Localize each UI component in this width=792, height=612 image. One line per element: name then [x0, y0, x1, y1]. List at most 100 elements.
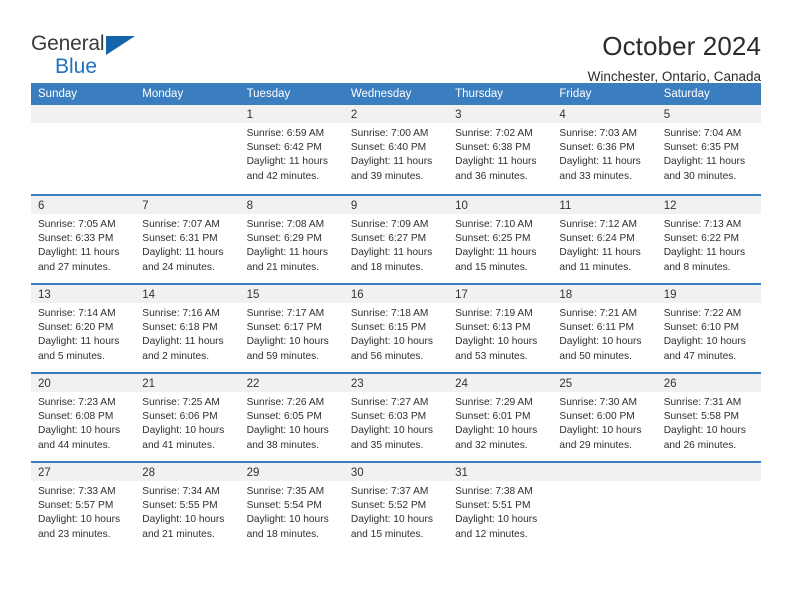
day-number: 24 [455, 378, 468, 390]
day-number: 29 [246, 467, 260, 479]
day-detail-line: and 36 minutes. [455, 170, 528, 182]
day-detail-line: Sunrise: 7:14 AM [38, 308, 116, 319]
day-detail-line: Sunset: 6:18 PM [142, 322, 218, 334]
day-cell-6[interactable]: 6 Sunrise: 7:05 AM Sunset: 6:33 PM Daylight… [31, 196, 136, 283]
day-detail-line: Sunrise: 7:31 AM [663, 397, 742, 408]
day-number-band: 2 [343, 105, 449, 123]
day-detail-line: and 42 minutes. [246, 170, 320, 182]
day-cell-24[interactable]: 24 Sunrise: 7:29 AM Sunset: 6:01 PM Dayligh… [448, 374, 553, 461]
day-detail-line: Sunset: 5:58 PM [663, 411, 740, 423]
week-row: 1 Sunrise: 6:59 AM Sunset: 6:42 PM Daylight… [31, 105, 761, 194]
day-cell-20[interactable]: 20 Sunrise: 7:23 AM Sunset: 6:08 PM Dayligh… [31, 374, 136, 461]
weekday-header-row: Sunday Monday Tuesday Wednesday Thursday Frid… [31, 83, 761, 105]
day-detail-line: Sunset: 6:22 PM [663, 233, 740, 245]
day-cell-18[interactable]: 18 Sunrise: 7:21 AM Sunset: 6:11 PM Dayligh… [552, 285, 657, 372]
day-details: Sunrise: 7:27 AM Sunset: 6:03 PM Daylight:… [344, 392, 448, 453]
day-cell-31[interactable]: 31 Sunrise: 7:38 AM Sunset: 5:51 PM Dayligh… [448, 463, 553, 550]
day-detail-line: Sunrise: 6:59 AM [246, 128, 325, 139]
day-detail-line: Sunset: 5:57 PM [38, 500, 114, 512]
day-detail-line: and 18 minutes. [246, 528, 320, 540]
day-cell-26[interactable]: 26 Sunrise: 7:31 AM Sunset: 5:58 PM Dayligh… [656, 374, 761, 461]
day-detail-line: Daylight: 10 hours [559, 425, 642, 437]
day-number: 12 [663, 200, 677, 212]
day-detail-line: Daylight: 11 hours [38, 336, 120, 348]
general-blue-logo[interactable]: General Blue [31, 30, 146, 78]
day-detail-line: Daylight: 11 hours [455, 156, 537, 168]
day-cell-15[interactable]: 15 Sunrise: 7:17 AM Sunset: 6:17 PM Dayligh… [239, 285, 344, 372]
day-detail-line: and 8 minutes. [663, 261, 731, 273]
day-cell-2[interactable]: 2 Sunrise: 7:00 AM Sunset: 6:40 PM Daylight… [343, 105, 449, 194]
day-cell-7[interactable]: 7 Sunrise: 7:07 AM Sunset: 6:31 PM Daylight… [135, 196, 240, 283]
day-cell-empty [656, 463, 761, 550]
day-number: 14 [142, 289, 156, 301]
day-cell-1[interactable]: 1 Sunrise: 6:59 AM Sunset: 6:42 PM Daylight… [239, 105, 344, 194]
day-details: Sunrise: 7:02 AM Sunset: 6:38 PM Daylight:… [448, 123, 552, 184]
day-cell-5[interactable]: 5 Sunrise: 7:04 AM Sunset: 6:35 PM Daylight… [656, 105, 761, 194]
day-cell-28[interactable]: 28 Sunrise: 7:34 AM Sunset: 5:55 PM Dayligh… [135, 463, 240, 550]
day-details: Sunrise: 7:16 AM Sunset: 6:18 PM Daylight:… [135, 303, 239, 364]
day-cell-10[interactable]: 10 Sunrise: 7:10 AM Sunset: 6:25 PM Dayligh… [448, 196, 553, 283]
day-detail-line: Sunset: 6:17 PM [246, 322, 322, 334]
day-detail-line: Sunset: 6:13 PM [455, 322, 531, 334]
day-cell-19[interactable]: 19 Sunrise: 7:22 AM Sunset: 6:10 PM Dayligh… [656, 285, 761, 372]
day-cell-12[interactable]: 12 Sunrise: 7:13 AM Sunset: 6:22 PM Dayligh… [656, 196, 761, 283]
day-cell-22[interactable]: 22 Sunrise: 7:26 AM Sunset: 6:05 PM Dayligh… [239, 374, 344, 461]
day-cell-23[interactable]: 23 Sunrise: 7:27 AM Sunset: 6:03 PM Dayligh… [343, 374, 449, 461]
day-cell-11[interactable]: 11 Sunrise: 7:12 AM Sunset: 6:24 PM Dayligh… [552, 196, 657, 283]
day-cell-3[interactable]: 3 Sunrise: 7:02 AM Sunset: 6:38 PM Daylight… [448, 105, 553, 194]
page-title: October 2024 [602, 31, 761, 61]
day-detail-line: Sunrise: 7:18 AM [350, 308, 429, 319]
day-cell-14[interactable]: 14 Sunrise: 7:16 AM Sunset: 6:18 PM Dayligh… [135, 285, 240, 372]
day-detail-line: Sunrise: 7:35 AM [246, 486, 325, 497]
day-cell-17[interactable]: 17 Sunrise: 7:19 AM Sunset: 6:13 PM Dayligh… [448, 285, 553, 372]
weekday-header-wednesday: Wednesday [350, 88, 412, 100]
day-cell-27[interactable]: 27 Sunrise: 7:33 AM Sunset: 5:57 PM Dayligh… [31, 463, 136, 550]
day-details: Sunrise: 7:34 AM Sunset: 5:55 PM Daylight:… [135, 481, 239, 542]
day-detail-line: Daylight: 11 hours [559, 247, 641, 259]
day-number: 8 [246, 200, 253, 212]
day-detail-line: and 44 minutes. [38, 439, 111, 451]
day-detail-line: Sunrise: 7:16 AM [142, 308, 220, 319]
day-details: Sunrise: 7:21 AM Sunset: 6:11 PM Daylight:… [552, 303, 656, 364]
day-detail-line: and 35 minutes. [350, 439, 424, 451]
day-number-band: 12 [656, 196, 761, 214]
day-details: Sunrise: 7:30 AM Sunset: 6:00 PM Daylight:… [552, 392, 656, 453]
day-detail-line: and 18 minutes. [350, 261, 424, 273]
day-cell-9[interactable]: 9 Sunrise: 7:09 AM Sunset: 6:27 PM Daylight… [343, 196, 449, 283]
day-number-band: 17 [448, 285, 553, 303]
day-number-band: 1 [239, 105, 344, 123]
day-cell-29[interactable]: 29 Sunrise: 7:35 AM Sunset: 5:54 PM Dayligh… [239, 463, 344, 550]
day-cell-25[interactable]: 25 Sunrise: 7:30 AM Sunset: 6:00 PM Dayligh… [552, 374, 657, 461]
day-cell-4[interactable]: 4 Sunrise: 7:03 AM Sunset: 6:36 PM Daylight… [552, 105, 657, 194]
day-details: Sunrise: 7:22 AM Sunset: 6:10 PM Daylight:… [657, 303, 761, 364]
day-detail-line: Daylight: 10 hours [246, 514, 329, 526]
day-details: Sunrise: 6:59 AM Sunset: 6:42 PM Daylight:… [240, 123, 344, 184]
day-cell-21[interactable]: 21 Sunrise: 7:25 AM Sunset: 6:06 PM Dayligh… [135, 374, 240, 461]
day-cell-8[interactable]: 8 Sunrise: 7:08 AM Sunset: 6:29 PM Daylight… [239, 196, 344, 283]
day-detail-line: Daylight: 11 hours [246, 247, 328, 259]
day-detail-line: Sunrise: 7:12 AM [559, 219, 637, 230]
weekday-header-friday: Friday [559, 88, 592, 100]
day-detail-line: Sunset: 6:10 PM [663, 322, 740, 334]
day-detail-line: and 24 minutes. [142, 261, 215, 273]
day-cell-30[interactable]: 30 Sunrise: 7:37 AM Sunset: 5:52 PM Dayligh… [343, 463, 449, 550]
day-detail-line: and 32 minutes. [455, 439, 528, 451]
day-cell-16[interactable]: 16 Sunrise: 7:18 AM Sunset: 6:15 PM Dayligh… [343, 285, 449, 372]
day-details [135, 123, 239, 127]
day-cell-13[interactable]: 13 Sunrise: 7:14 AM Sunset: 6:20 PM Dayligh… [31, 285, 136, 372]
day-number: 19 [663, 289, 677, 301]
day-detail-line: and 27 minutes. [38, 261, 111, 273]
calendar-page: General Blue October 2024 Winchester, On… [0, 0, 792, 612]
day-detail-line: Sunrise: 7:30 AM [559, 397, 637, 408]
day-details: Sunrise: 7:13 AM Sunset: 6:22 PM Daylight:… [657, 214, 761, 275]
day-detail-line: Sunset: 6:42 PM [246, 142, 322, 154]
day-detail-line: Sunset: 5:54 PM [246, 500, 322, 512]
logo-text-blue: Blue [55, 55, 98, 78]
day-number-band: 21 [135, 374, 240, 392]
day-number: 13 [38, 289, 51, 301]
triangle-icon [106, 36, 135, 55]
day-details: Sunrise: 7:12 AM Sunset: 6:24 PM Daylight:… [552, 214, 656, 275]
day-number-band: 29 [239, 463, 344, 481]
day-details: Sunrise: 7:09 AM Sunset: 6:27 PM Daylight:… [344, 214, 448, 275]
day-cell-empty [31, 105, 136, 194]
